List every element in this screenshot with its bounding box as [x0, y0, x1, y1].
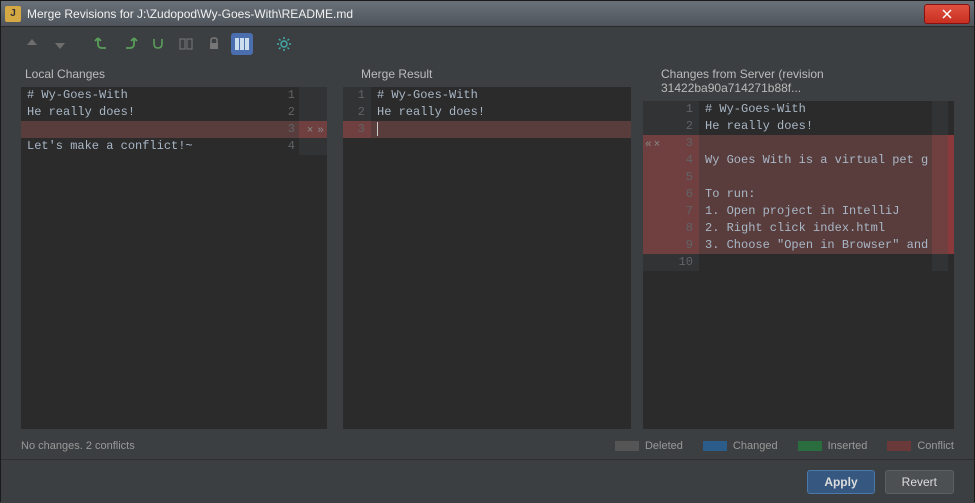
code-line[interactable]: 1# Wy-Goes-With	[643, 101, 954, 118]
changed-swatch	[703, 441, 727, 451]
compare-button[interactable]	[175, 33, 197, 55]
code-line[interactable]: 4Wy Goes With is a virtual pet g	[643, 152, 954, 169]
footer: Apply Revert	[1, 459, 974, 503]
close-icon	[942, 9, 952, 19]
middle-column-title: Merge Result	[337, 61, 637, 87]
merge-columns: Local Changes # Wy-Goes-With1He really d…	[1, 61, 974, 433]
app-icon: J	[5, 6, 21, 22]
code-line[interactable]: He really does!2	[21, 104, 327, 121]
three-column-button[interactable]	[231, 33, 253, 55]
merge-both-button[interactable]	[147, 33, 169, 55]
legend-conflict: Conflict	[887, 440, 954, 452]
legend-inserted: Inserted	[798, 440, 868, 452]
left-editor[interactable]: # Wy-Goes-With1He really does!23×»Let's …	[21, 87, 327, 429]
gear-icon	[276, 36, 292, 52]
lock-button[interactable]	[203, 33, 225, 55]
code-line[interactable]: 2He really does!	[343, 104, 631, 121]
toolbar	[1, 27, 974, 61]
code-line[interactable]: 10	[643, 254, 954, 271]
close-button[interactable]	[924, 4, 970, 24]
merge-both-icon	[150, 36, 166, 52]
code-line[interactable]: «×3	[643, 135, 954, 152]
legend-bar: No changes. 2 conflicts Deleted Changed …	[1, 433, 974, 459]
left-column: Local Changes # Wy-Goes-With1He really d…	[1, 61, 337, 433]
code-line[interactable]: 6To run:	[643, 186, 954, 203]
text-caret	[377, 122, 378, 136]
code-line[interactable]: 5	[643, 169, 954, 186]
code-line[interactable]: 93. Choose "Open in Browser" and	[643, 237, 954, 254]
titlebar: J Merge Revisions for J:\Zudopod\Wy-Goes…	[1, 1, 974, 27]
code-line[interactable]: 71. Open project in IntelliJ	[643, 203, 954, 220]
middle-editor[interactable]: 1# Wy-Goes-With2He really does!3	[343, 87, 631, 429]
columns-icon	[234, 36, 250, 52]
settings-button[interactable]	[273, 33, 295, 55]
merge-right-icon	[122, 36, 138, 52]
arrow-up-icon	[24, 36, 40, 52]
accept-left-button[interactable]	[91, 33, 113, 55]
right-column: Changes from Server (revision 31422ba90a…	[637, 61, 974, 433]
status-text: No changes. 2 conflicts	[21, 440, 135, 452]
code-line[interactable]: 3	[343, 121, 631, 138]
reject-icon[interactable]: ×	[306, 123, 315, 140]
inserted-swatch	[798, 441, 822, 451]
code-line[interactable]: 82. Right click index.html	[643, 220, 954, 237]
right-editor[interactable]: 1# Wy-Goes-With2He really does!«×34Wy Go…	[643, 101, 954, 429]
merge-left-icon	[94, 36, 110, 52]
accept-right-icon[interactable]: »	[316, 123, 325, 140]
code-line[interactable]: Let's make a conflict!~4	[21, 138, 327, 155]
code-line[interactable]: 2He really does!	[643, 118, 954, 135]
merge-controls: ×»	[306, 123, 325, 140]
lock-icon	[206, 36, 222, 52]
window-title: Merge Revisions for J:\Zudopod\Wy-Goes-W…	[27, 7, 924, 21]
arrow-down-icon	[52, 36, 68, 52]
legend-changed: Changed	[703, 440, 778, 452]
right-column-title: Changes from Server (revision 31422ba90a…	[637, 61, 974, 101]
code-line[interactable]: 3×»	[21, 121, 327, 138]
accept-right-button[interactable]	[119, 33, 141, 55]
code-line[interactable]: 1# Wy-Goes-With	[343, 87, 631, 104]
revert-button[interactable]: Revert	[885, 470, 954, 494]
middle-column: Merge Result 1# Wy-Goes-With2He really d…	[337, 61, 637, 433]
left-column-title: Local Changes	[1, 61, 337, 87]
compare-icon	[178, 36, 194, 52]
apply-button[interactable]: Apply	[807, 470, 874, 494]
next-change-button[interactable]	[49, 33, 71, 55]
legend-deleted: Deleted	[615, 440, 683, 452]
prev-change-button[interactable]	[21, 33, 43, 55]
code-line[interactable]: # Wy-Goes-With1	[21, 87, 327, 104]
deleted-swatch	[615, 441, 639, 451]
conflict-swatch	[887, 441, 911, 451]
